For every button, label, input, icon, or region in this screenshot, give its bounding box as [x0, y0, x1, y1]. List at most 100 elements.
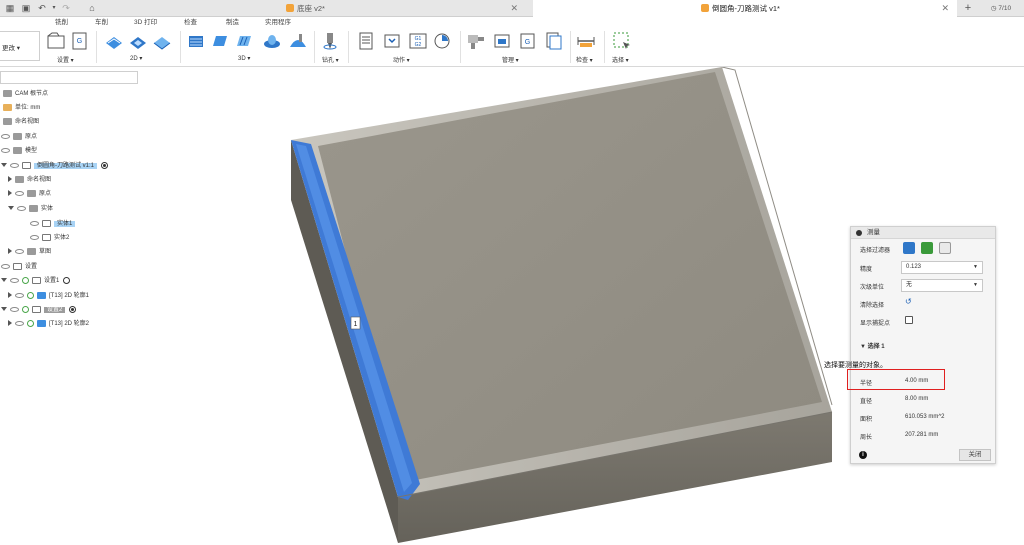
visibility-eye-icon[interactable] [15, 248, 24, 254]
tab-milling[interactable]: 铣削 [52, 18, 71, 28]
collapse-icon[interactable] [856, 230, 862, 236]
undo-icon[interactable]: ↶ [36, 2, 48, 15]
template-library-icon[interactable] [492, 31, 512, 51]
tree-node-component[interactable]: 倒圆角-刀路测试 v1:1 [1, 160, 109, 172]
group-drilling-label[interactable]: 钻孔 ▾ [322, 55, 339, 64]
g1g2-icon[interactable]: G1G2 [408, 31, 428, 51]
2d-contour-icon[interactable] [152, 31, 172, 51]
active-radio-icon[interactable] [101, 161, 109, 169]
home-icon[interactable]: ⌂ [86, 2, 98, 15]
expand-icon[interactable] [8, 320, 12, 327]
2d-adaptive-icon[interactable] [104, 31, 124, 51]
select-icon[interactable] [612, 31, 632, 51]
expand-icon[interactable] [8, 248, 12, 255]
precision-select[interactable]: 0.123 ▼ [901, 261, 983, 274]
group-setup-label[interactable]: 设置 ▾ [57, 55, 74, 64]
group-3d-label[interactable]: 3D ▾ [238, 55, 250, 62]
active-radio-icon[interactable] [63, 276, 71, 284]
tree-node-units[interactable]: 单位: mm [3, 102, 40, 114]
expand-icon[interactable] [8, 292, 12, 299]
group-select-label[interactable]: 选择 ▾ [612, 55, 629, 64]
expand-icon[interactable] [1, 163, 7, 168]
post-library-icon[interactable]: G [518, 31, 538, 51]
group-actions-label[interactable]: 动作 ▾ [393, 55, 410, 64]
save-icon[interactable]: ▣ [20, 2, 32, 15]
tree-node-contour2[interactable]: [T13] 2D 轮廓2 [8, 318, 89, 330]
tree-node-setup1[interactable]: 设置1 [1, 275, 71, 287]
close-tab-icon[interactable]: ✕ [941, 0, 949, 17]
tree-node-origin-sub[interactable]: 原点 [8, 188, 51, 200]
tree-node-bodies[interactable]: 实体 [8, 203, 53, 215]
tool-library-icon[interactable] [466, 31, 486, 51]
visibility-eye-icon[interactable] [1, 263, 10, 269]
clear-selection-icon[interactable]: ↺ [905, 297, 912, 306]
folder-setup-icon[interactable] [46, 31, 66, 51]
tab-fabrication[interactable]: 制造 [223, 18, 242, 28]
undo-dropdown-icon[interactable]: ▾ [50, 2, 58, 15]
visibility-eye-icon[interactable] [10, 162, 19, 168]
tree-node-named-views[interactable]: 命名视图 [3, 116, 39, 128]
info-icon[interactable]: i [859, 451, 867, 459]
workspace-switcher[interactable]: 更改 ▾ [0, 31, 40, 61]
tree-node-setup2[interactable]: 设置2 [1, 304, 77, 316]
active-radio-icon[interactable] [69, 305, 77, 313]
expand-icon[interactable] [1, 278, 7, 283]
tree-node-model[interactable]: 模型 [1, 145, 37, 157]
tab-turning[interactable]: 车削 [92, 18, 111, 28]
tree-node-contour1[interactable]: [T13] 2D 轮廓1 [8, 290, 89, 302]
visibility-eye-icon[interactable] [1, 147, 10, 153]
2d-pocket-icon[interactable] [128, 31, 148, 51]
nc-program-icon[interactable]: G [70, 31, 90, 51]
tree-node-origin[interactable]: 原点 [1, 131, 37, 143]
machining-time-icon[interactable] [432, 31, 452, 51]
3d-parallel-icon[interactable] [234, 31, 254, 51]
grid-menu-icon[interactable]: ▦ [3, 2, 17, 15]
expand-icon[interactable] [8, 190, 12, 197]
visibility-eye-icon[interactable] [15, 190, 24, 196]
tab-inspection[interactable]: 检查 [181, 18, 200, 28]
selection-section-header[interactable]: ▼ 选择 1 [860, 341, 885, 350]
post-process-icon[interactable] [382, 31, 402, 51]
document-tab[interactable]: 底座 v2* ✕ [286, 0, 526, 17]
group-2d-label[interactable]: 2D ▾ [130, 55, 142, 62]
tab-additive[interactable]: 3D 打印 [131, 18, 160, 28]
filter-body-icon[interactable] [921, 242, 933, 254]
document-tab-active[interactable]: 倒圆角-刀路测试 v1* ✕ [533, 0, 957, 17]
visibility-eye-icon[interactable] [30, 234, 39, 240]
expand-icon[interactable] [8, 206, 14, 211]
drill-icon[interactable] [320, 31, 340, 51]
job-status[interactable]: ◷ 7/10 [982, 2, 1020, 15]
3d-adaptive-icon[interactable] [186, 31, 206, 51]
group-inspect-label[interactable]: 检查 ▾ [576, 55, 593, 64]
measure-dialog-header[interactable]: 测量 [851, 227, 995, 239]
filter-face-icon[interactable] [903, 242, 915, 254]
simulate-icon[interactable] [356, 31, 376, 51]
close-button[interactable]: 关闭 [959, 449, 991, 461]
filter-component-icon[interactable] [939, 242, 951, 254]
group-manage-label[interactable]: 管理 ▾ [502, 55, 519, 64]
tree-node-body1[interactable]: 实体1 [30, 218, 76, 230]
tree-node-named-views-sub[interactable]: 命名视图 [8, 174, 51, 186]
tree-node-body2[interactable]: 实体2 [30, 232, 69, 244]
visibility-eye-icon[interactable] [1, 133, 10, 139]
expand-icon[interactable] [8, 176, 12, 183]
browser-search-input[interactable] [0, 71, 138, 84]
3d-radial-icon[interactable] [262, 31, 282, 51]
visibility-eye-icon[interactable] [10, 306, 19, 312]
tree-node-setups[interactable]: 设置 [1, 261, 37, 273]
tab-utilities[interactable]: 实用程序 [262, 18, 294, 28]
visibility-eye-icon[interactable] [17, 205, 26, 211]
redo-icon[interactable]: ↷ [60, 2, 72, 15]
expand-icon[interactable] [1, 307, 7, 312]
tree-node-sketches[interactable]: 草图 [8, 246, 51, 258]
visibility-eye-icon[interactable] [15, 320, 24, 326]
setup-sheet-icon[interactable] [544, 31, 564, 51]
secondary-unit-select[interactable]: 无 ▼ [901, 279, 983, 292]
3d-pocket-icon[interactable] [210, 31, 230, 51]
tree-node-cam-root[interactable]: CAM 根节点 [3, 88, 48, 100]
visibility-eye-icon[interactable] [10, 277, 19, 283]
close-tab-icon[interactable]: ✕ [510, 0, 518, 17]
measure-icon[interactable] [576, 31, 596, 51]
snap-points-checkbox[interactable] [905, 316, 913, 324]
visibility-eye-icon[interactable] [30, 220, 39, 226]
